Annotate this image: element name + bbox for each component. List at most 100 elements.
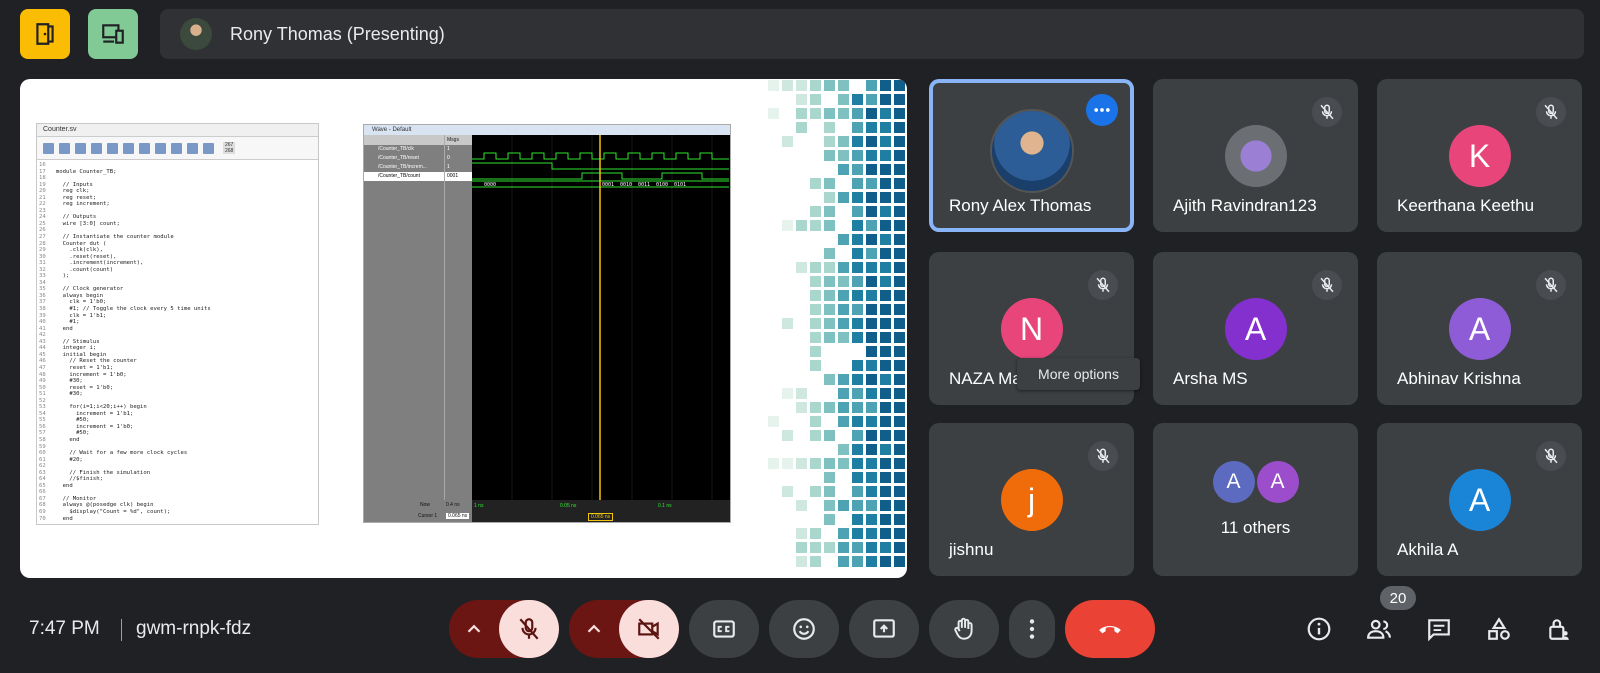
waveform-screenshot: Wave - Default /Counter_TB/clk/Counter_T…: [363, 124, 731, 523]
mosaic-tile: [894, 360, 905, 371]
mosaic-tile: [880, 374, 891, 385]
wave-count-label: 0101: [674, 182, 686, 188]
mosaic-tile: [824, 458, 835, 469]
people-button[interactable]: [1364, 614, 1394, 644]
wave-signal-name[interactable]: /Counter_TB/count: [364, 172, 444, 181]
mosaic-tile: [838, 542, 849, 553]
muted-indicator: [1536, 270, 1566, 300]
mosaic-tile: [824, 290, 835, 301]
mosaic-tile: [894, 304, 905, 315]
mosaic-tile: [866, 220, 877, 231]
mosaic-tile: [894, 248, 905, 259]
present-now-button[interactable]: [849, 600, 919, 658]
wave-signal-values: Msgs 1 0 1 0001: [444, 135, 473, 500]
muted-indicator: [1088, 441, 1118, 471]
mosaic-tile: [880, 276, 891, 287]
wave-plot: 0000 0001 0010 0011 0100 0101: [472, 135, 730, 500]
leave-call-button[interactable]: [1065, 600, 1155, 658]
mosaic-tile: [824, 500, 835, 511]
mosaic-tile: [880, 164, 891, 175]
clock: 7:47 PM: [29, 618, 100, 639]
wave-signal-name[interactable]: /Counter_TB/reset: [364, 154, 444, 163]
mosaic-tile: [796, 402, 807, 413]
avatar: [1224, 125, 1287, 187]
mosaic-tile: [782, 458, 793, 469]
reactions-button[interactable]: [769, 600, 839, 658]
emoji-icon: [793, 618, 815, 640]
wave-count-label: 0000: [484, 182, 496, 188]
mosaic-tile: [810, 402, 821, 413]
raise-hand-button[interactable]: [929, 600, 999, 658]
mosaic-tile: [880, 402, 891, 413]
companion-mode-button[interactable]: [88, 9, 138, 59]
mosaic-tile: [838, 150, 849, 161]
mosaic-tile: [880, 500, 891, 511]
mosaic-tile: [880, 304, 891, 315]
mosaic-tile: [838, 388, 849, 399]
shared-screen[interactable]: Counter.sv 267 268 16 17 module Counter_T…: [20, 79, 907, 578]
wave-signal-name[interactable]: /Counter_TB/increm...: [364, 163, 444, 172]
participant-tile[interactable]: K Keerthana Keethu: [1377, 79, 1582, 232]
mosaic-tile: [824, 304, 835, 315]
mosaic-tile: [880, 388, 891, 399]
mosaic-tile: [866, 458, 877, 469]
meeting-details-button[interactable]: [1304, 614, 1334, 644]
mosaic-tile: [824, 514, 835, 525]
mosaic-tile: [866, 430, 877, 441]
mosaic-tile: [796, 108, 807, 119]
camera-toggle-button[interactable]: [619, 600, 679, 658]
chat-icon: [1428, 619, 1450, 642]
participant-tile[interactable]: Ajith Ravindran123: [1153, 79, 1358, 232]
mosaic-tile: [880, 416, 891, 427]
mosaic-tile: [852, 94, 863, 105]
captions-button[interactable]: [689, 600, 759, 658]
more-options-button[interactable]: [1009, 600, 1055, 658]
tile-more-options-button[interactable]: [1086, 94, 1118, 126]
mosaic-tile: [894, 402, 905, 413]
mosaic-tile: [838, 80, 849, 91]
participant-tile[interactable]: A Abhinav Krishna: [1377, 252, 1582, 405]
mosaic-tile: [866, 318, 877, 329]
mosaic-tile: [838, 374, 849, 385]
mosaic-tile: [824, 122, 835, 133]
mosaic-tile: [824, 374, 835, 385]
exit-button[interactable]: [20, 9, 70, 59]
activities-button[interactable]: [1484, 614, 1514, 644]
mosaic-tile: [838, 556, 849, 567]
participant-tile[interactable]: A A 11 others: [1153, 423, 1358, 576]
participant-tile[interactable]: Rony Alex Thomas: [929, 79, 1134, 232]
wave-signal-name[interactable]: /Counter_TB/clk: [364, 145, 444, 154]
wave-plot-svg: 0000 0001 0010 0011 0100 0101: [472, 135, 729, 500]
microphone-toggle-button[interactable]: [499, 600, 559, 658]
info-icon: [1307, 617, 1331, 641]
host-controls-button[interactable]: [1544, 614, 1574, 644]
mosaic-tile: [894, 444, 905, 455]
mosaic-tile: [866, 500, 877, 511]
mosaic-tile: [880, 108, 891, 119]
mosaic-tile: [880, 346, 891, 357]
mosaic-tile: [894, 500, 905, 511]
participant-tile[interactable]: j jishnu: [929, 423, 1134, 576]
mosaic-tile: [880, 178, 891, 189]
participant-tile[interactable]: A Akhila A: [1377, 423, 1582, 576]
mosaic-tile: [866, 304, 877, 315]
mosaic-tile: [852, 332, 863, 343]
mosaic-tile: [866, 514, 877, 525]
participant-tile[interactable]: A Arsha MS: [1153, 252, 1358, 405]
mosaic-tile: [866, 374, 877, 385]
mosaic-tile: [894, 122, 905, 133]
mosaic-tile: [880, 542, 891, 553]
mosaic-tile: [810, 276, 821, 287]
mosaic-tile: [838, 262, 849, 273]
mosaic-tile: [866, 402, 877, 413]
mosaic-tile: [866, 332, 877, 343]
mosaic-tile: [838, 402, 849, 413]
mic-off-icon: [1096, 448, 1110, 464]
mosaic-tile: [810, 220, 821, 231]
chat-button[interactable]: [1424, 614, 1454, 644]
mosaic-tile: [894, 346, 905, 357]
mosaic-tile: [880, 220, 891, 231]
top-bar: Rony Thomas (Presenting): [20, 9, 1584, 59]
others-avatar: A: [1212, 461, 1255, 503]
mosaic-tile: [866, 122, 877, 133]
